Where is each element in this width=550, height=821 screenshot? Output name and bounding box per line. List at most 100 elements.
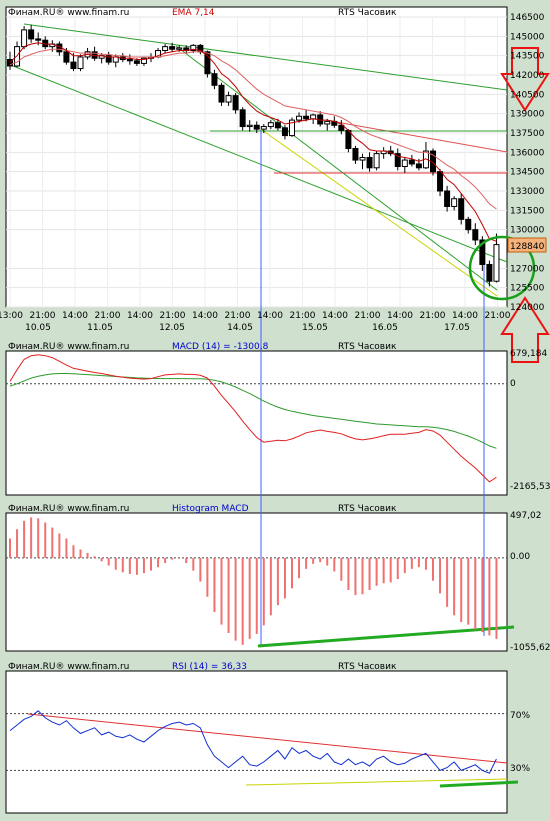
candle-body xyxy=(366,156,373,169)
candle-body xyxy=(415,163,422,169)
price-header-indicator: EMA 7,14 xyxy=(172,8,215,18)
price-tick-label: 124000 xyxy=(510,303,545,313)
candle-body xyxy=(176,47,183,50)
candle-body xyxy=(352,147,359,161)
candle-body xyxy=(359,156,366,161)
macd-header-instrument: RTS Часовик xyxy=(338,342,397,352)
candle-body xyxy=(70,61,77,70)
last-price-label: 128840 xyxy=(510,242,545,252)
candle-body xyxy=(218,84,225,103)
hist-header-indicator: Histogram MACD xyxy=(172,504,249,514)
time-tick-label: 13:00 xyxy=(0,311,23,321)
candle-body xyxy=(493,244,500,282)
time-tick-label: 21:00 xyxy=(485,311,511,321)
candle-body xyxy=(401,159,408,168)
candle-body xyxy=(444,190,451,207)
candle-body xyxy=(253,124,260,130)
candle-body xyxy=(451,198,458,207)
rts-hourly-chart: 128840 Финам.RU® www.finam.ru EMA 7,14 R… xyxy=(0,6,550,814)
price-tick-label: 125500 xyxy=(510,284,545,294)
candle-body xyxy=(225,95,232,103)
candle-body xyxy=(28,29,35,40)
hist-header-source: Финам.RU® www.finam.ru xyxy=(8,504,129,514)
macd-tick-zero: 0 xyxy=(510,379,516,389)
time-tick-label: 14:00 xyxy=(387,311,413,321)
macd-tick-top: 679,184 xyxy=(510,349,547,359)
hist-tick-bottom: -1055,62 xyxy=(510,643,550,653)
candle-body xyxy=(126,59,133,62)
candle-body xyxy=(281,127,288,137)
rsi-header-instrument: RTS Часовик xyxy=(338,662,397,672)
candle-body xyxy=(133,60,140,64)
time-tick-label: 21:00 xyxy=(30,311,56,321)
candle-body xyxy=(324,120,331,125)
candle-body xyxy=(437,171,444,192)
candle-body xyxy=(345,129,352,149)
date-tick-label: 10.05 xyxy=(25,323,51,333)
date-tick-label: 17.05 xyxy=(444,323,470,333)
candle-body xyxy=(274,122,281,129)
candle-body xyxy=(472,229,479,241)
candle-body xyxy=(21,29,28,48)
rsi-panel-frame xyxy=(5,670,508,814)
time-tick-label: 14:00 xyxy=(192,311,218,321)
time-tick-label: 14:00 xyxy=(452,311,478,321)
price-header-instrument: RTS Часовик xyxy=(338,8,397,18)
time-tick-label: 14:00 xyxy=(62,311,88,321)
date-tick-label: 16.05 xyxy=(372,323,398,333)
macd-tick-bottom: -2165,532 xyxy=(510,482,550,492)
price-tick-label: 146500 xyxy=(510,13,545,23)
price-tick-label: 140500 xyxy=(510,90,545,100)
candle-body xyxy=(211,73,218,86)
price-tick-label: 142000 xyxy=(510,71,545,81)
rsi-header-indicator: RSI (14) = 36,33 xyxy=(172,662,247,672)
price-tick-label: 143500 xyxy=(510,52,545,62)
candle-body xyxy=(296,115,303,121)
price-tick-label: 145000 xyxy=(510,32,545,42)
price-tick-label: 133000 xyxy=(510,187,545,197)
candle-body xyxy=(408,159,415,165)
macd-panel-frame xyxy=(5,350,508,496)
rsi-tick-30: 30% xyxy=(510,764,530,774)
price-tick-label: 136000 xyxy=(510,148,545,158)
macd-header-indicator: MACD (14) = -1300,8 xyxy=(172,342,269,352)
price-tick-label: 127000 xyxy=(510,264,545,274)
candle-body xyxy=(232,95,239,111)
rsi-header-source: Финам.RU® www.finam.ru xyxy=(8,662,129,672)
candle-body xyxy=(169,46,176,50)
candle-body xyxy=(260,126,267,130)
price-tick-label: 134500 xyxy=(510,168,545,178)
date-tick-label: 12.05 xyxy=(159,323,185,333)
price-tick-label: 130000 xyxy=(510,226,545,236)
price-tick-label: 137500 xyxy=(510,129,545,139)
time-tick-label: 14:00 xyxy=(322,311,348,321)
hist-header-instrument: RTS Часовик xyxy=(338,504,397,514)
time-tick-label: 21:00 xyxy=(290,311,316,321)
rsi-tick-70: 70% xyxy=(510,711,530,721)
hist-tick-zero: 0.00 xyxy=(510,552,530,562)
candle-body xyxy=(239,109,246,128)
candle-body xyxy=(77,56,84,70)
candle-body xyxy=(465,218,472,231)
date-tick-label: 11.05 xyxy=(87,323,113,333)
candle-body xyxy=(246,124,253,128)
candle-body xyxy=(373,153,380,169)
candle-body xyxy=(486,263,493,282)
time-tick-label: 14:00 xyxy=(127,311,153,321)
hist-tick-top: 497,02 xyxy=(510,511,542,521)
time-tick-label: 21:00 xyxy=(355,311,381,321)
time-tick-label: 21:00 xyxy=(225,311,251,321)
candle-body xyxy=(458,198,465,220)
candle-body xyxy=(303,115,310,120)
candle-body xyxy=(63,51,70,63)
candle-body xyxy=(162,46,169,52)
price-tick-label: 139000 xyxy=(510,110,545,120)
candle-body xyxy=(267,122,274,128)
candle-body xyxy=(310,114,317,120)
candle-body xyxy=(35,38,42,41)
date-tick-label: 14.05 xyxy=(227,323,253,333)
time-tick-label: 14:00 xyxy=(257,311,283,321)
time-tick-label: 21:00 xyxy=(95,311,121,321)
time-tick-label: 21:00 xyxy=(160,311,186,321)
time-tick-label: 21:00 xyxy=(420,311,446,321)
